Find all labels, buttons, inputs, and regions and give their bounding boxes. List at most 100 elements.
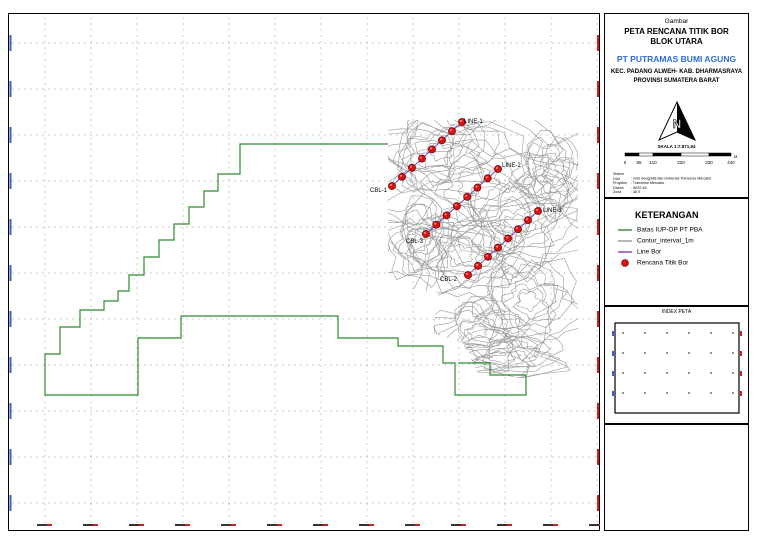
index-grid-mark: [688, 392, 690, 394]
coord-label-left: [9, 357, 12, 373]
index-coord-left: [612, 391, 614, 396]
coord-label-bottom-red: [461, 524, 466, 526]
scale-segment: [708, 152, 732, 157]
coord-label-bottom: [175, 524, 185, 526]
map-frame: LINE-1 CBL-1 LINE-2 CBL-2 LINE-3 CBL-3: [8, 13, 600, 531]
drill-point-highlight: [516, 227, 518, 230]
map-note-value: : Grid Geografis dan Universal Tranverse…: [631, 176, 712, 181]
scale-tick-label: 110: [649, 160, 657, 165]
index-heading: INDEX PETA: [661, 309, 692, 315]
drill-point: [494, 243, 502, 252]
coord-label-bottom: [221, 524, 231, 526]
svg-text:N: N: [673, 117, 682, 131]
drill-point-highlight: [430, 147, 432, 150]
coord-label-bottom: [313, 524, 323, 526]
index-grid-mark: [688, 372, 690, 374]
coord-label-left: [9, 403, 12, 419]
drill-point: [418, 154, 426, 163]
drill-point-highlight: [506, 236, 508, 239]
index-grid-mark: [732, 392, 734, 394]
drill-point: [524, 216, 532, 225]
coord-label-left: [9, 495, 12, 511]
scale-tick-label: 330: [705, 160, 713, 165]
drill-point: [442, 211, 451, 220]
index-map-frame: [614, 322, 740, 414]
coord-label-bottom: [405, 524, 415, 526]
scale-tick-label: 0: [624, 160, 627, 165]
index-coord-right: [740, 371, 742, 376]
coord-label-right: [597, 495, 599, 511]
index-grid-mark: [644, 392, 646, 394]
index-grid-mark: [710, 352, 712, 354]
map-note-value: : WGS 84: [631, 185, 647, 190]
drill-point: [494, 165, 502, 173]
coord-label-bottom-red: [277, 524, 282, 526]
index-grid-mark: [622, 352, 624, 354]
coord-label-bottom-red: [323, 524, 328, 526]
drill-point-highlight: [390, 184, 392, 186]
index-grid-mark: [622, 372, 624, 374]
index-grid-mark: [732, 352, 734, 354]
map-border: [8, 13, 600, 531]
scale-segment: [652, 152, 682, 157]
drill-point: [428, 145, 436, 154]
coord-label-right: [597, 81, 599, 97]
coord-label-right: [597, 311, 599, 327]
coord-label-bottom-red: [139, 524, 144, 526]
drill-point: [388, 182, 396, 190]
company-name: PT PUTRAMAS BUMI AGUNG: [616, 54, 737, 64]
map-title-line2: BLOK UTARA: [650, 37, 703, 46]
index-grid-mark: [622, 332, 624, 334]
legend-item-label: Batas IUP-OP PT PBA: [637, 226, 703, 234]
drill-point-highlight: [496, 167, 498, 169]
scale-tick-label: 440: [727, 160, 735, 165]
drill-point-highlight: [410, 165, 412, 168]
drill-point: [448, 127, 456, 136]
coord-label-right: [597, 403, 599, 419]
scale-segment: [624, 152, 640, 157]
drill-point-label: CBL-3: [406, 239, 424, 245]
map-title-line1: PETA RENCANA TITIK BOR: [624, 27, 729, 36]
scale-segment: [638, 152, 654, 157]
index-grid-mark: [732, 332, 734, 334]
drill-point-label: CBL-1: [370, 188, 388, 194]
coord-label-bottom-red: [47, 524, 52, 526]
legend-line-icon: [618, 251, 632, 253]
coord-label-bottom-red: [553, 524, 558, 526]
drill-line-label: LINE-3: [543, 208, 562, 214]
coord-label-left: [9, 449, 12, 465]
coord-label-bottom: [451, 524, 461, 526]
title-panel: Gambar PETA RENCANA TITIK BOR BLOK UTARA…: [604, 13, 749, 198]
index-coord-right: [740, 331, 742, 336]
drill-point: [432, 220, 441, 229]
index-coord-left: [612, 351, 614, 356]
coord-label-left: [9, 127, 12, 143]
drill-point-highlight: [454, 204, 457, 207]
coord-label-left: [9, 173, 12, 189]
index-grid-mark: [710, 332, 712, 334]
map-note-row: Sistem Grid: Grid Geografis dan Universa…: [613, 172, 712, 181]
north-arrow-icon: N: [657, 100, 697, 142]
index-grid-mark: [688, 332, 690, 334]
legend-heading: KETERANGAN: [635, 210, 699, 220]
figure-label: Gambar: [664, 18, 689, 25]
coord-label-right: [597, 127, 599, 143]
drill-line-label: LINE-2: [502, 163, 521, 169]
drill-point-highlight: [444, 213, 447, 216]
drill-point-highlight: [475, 185, 478, 188]
index-grid-mark: [666, 392, 668, 394]
drill-point: [483, 174, 492, 183]
drill-point-highlight: [424, 232, 426, 234]
drill-point: [514, 225, 522, 234]
legend-item-label: Rencana Titik Bor: [637, 259, 689, 267]
coord-label-left: [9, 35, 12, 51]
drill-point-highlight: [476, 263, 478, 266]
index-grid-mark: [622, 392, 624, 394]
scale-tick-label: 55: [636, 160, 642, 165]
scale-segment: [680, 152, 710, 157]
coord-label-left: [9, 219, 12, 235]
coord-label-left: [9, 265, 12, 281]
scale-bar: 0 55 110 220 330 440M: [624, 152, 737, 165]
coord-label-bottom-red: [415, 524, 420, 526]
coord-label-bottom-red: [185, 524, 190, 526]
